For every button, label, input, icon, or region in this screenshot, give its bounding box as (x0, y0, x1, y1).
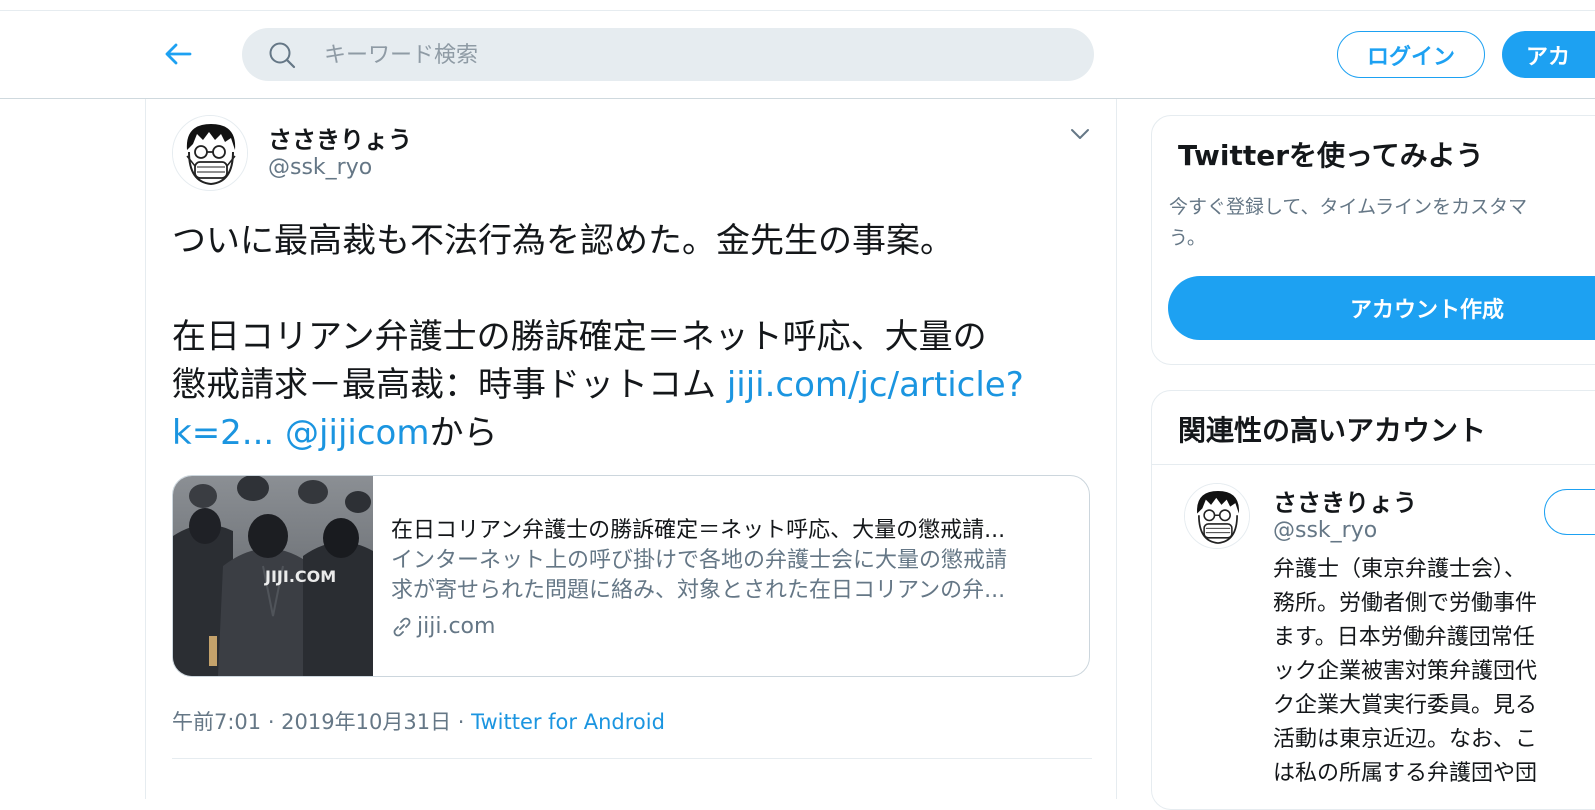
bio-line: 活動は東京近辺。なお、こ (1273, 727, 1538, 752)
bio-line: ク企業大賞実行委員。見る (1273, 693, 1538, 718)
link-card[interactable]: JIJI.COM 在日コリアン弁護士の勝訴確定＝ネット呼応、大量の懲戒請... … (172, 475, 1090, 677)
card-image-watermark: JIJI.COM (264, 567, 336, 586)
card-description: インターネット上の呼び掛けで各地の弁護士会に大量の懲戒請 求が寄せられた問題に絡… (391, 546, 1075, 606)
tweet-text-line: ついに最高裁も不法行為を認めた。金先生の事案。 (172, 221, 954, 261)
search-icon (269, 42, 296, 69)
signup-panel-subtitle-line: う。 (1169, 227, 1206, 249)
avatar-illustration (173, 116, 247, 190)
signup-panel-subtitle-line: 今すぐ登録して、タイムラインをカスタマ (1169, 196, 1528, 218)
avatar[interactable] (172, 115, 248, 191)
card-title: 在日コリアン弁護士の勝訴確定＝ネット呼応、大量の懲戒請... (391, 518, 1006, 543)
tweet-timestamp[interactable]: 午前7:01 · 2019年10月31日 · (172, 710, 471, 734)
avatar-illustration (1185, 484, 1249, 548)
tweet-meta: 午前7:01 · 2019年10月31日 · Twitter for Andro… (172, 706, 665, 736)
author-handle[interactable]: @ssk_ryo (268, 155, 372, 180)
tweet-column: ささきりょう @ssk_ryo ついに最高裁も不法行為を認めた。金先生の事案。 … (145, 99, 1117, 799)
tweet-source[interactable]: Twitter for Android (471, 710, 665, 734)
signup-button[interactable]: アカ (1502, 31, 1595, 78)
related-account-bio: 弁護士（東京弁護士会）、 務所。労働者側で労働事件 ます。日本労働弁護団常任 ッ… (1273, 553, 1595, 791)
avatar[interactable] (1184, 483, 1250, 549)
bio-line: 弁護士（東京弁護士会）、 (1273, 557, 1527, 582)
tweet-text-line: 懲戒請求－最高裁：時事ドットコム jiji.com/jc/article? (172, 361, 1082, 409)
divider (1152, 464, 1595, 465)
related-accounts-title: 関連性の高いアカウント (1178, 414, 1487, 447)
search-box[interactable] (242, 28, 1094, 81)
signup-panel-subtitle: 今すぐ登録して、タイムラインをカスタマ う。 (1169, 192, 1595, 254)
mention-link[interactable]: @jijicom (285, 413, 429, 453)
tweet-text-line: 在日コリアン弁護士の勝訴確定＝ネット呼応、大量の (172, 317, 987, 357)
tweet-text-segment: 懲戒請求－最高裁：時事ドットコム (172, 365, 727, 405)
tweet-text-line: k=2... @jijicomから (172, 409, 1082, 457)
bio-line: ます。日本労働弁護団常任 (1273, 625, 1535, 650)
card-description-line: インターネット上の呼び掛けで各地の弁護士会に大量の懲戒請 (391, 548, 1008, 573)
card-image: JIJI.COM (173, 476, 373, 676)
related-account-handle[interactable]: @ssk_ryo (1273, 518, 1377, 543)
top-bar: ログイン アカ (0, 11, 1595, 99)
tweet-menu-button[interactable] (1067, 121, 1093, 147)
back-button[interactable] (160, 37, 196, 71)
chevron-down-icon (1071, 129, 1089, 139)
card-description-line: 求が寄せられた問題に絡み、対象とされた在日コリアンの弁... (391, 578, 1006, 603)
related-account-name[interactable]: ささきりょう (1273, 483, 1417, 518)
link-icon (393, 617, 411, 636)
tweet-text: ついに最高裁も不法行為を認めた。金先生の事案。 在日コリアン弁護士の勝訴確定＝ネ… (172, 217, 1082, 457)
follow-button[interactable] (1544, 489, 1595, 535)
card-domain: jiji.com (391, 614, 495, 639)
related-accounts-panel: 関連性の高いアカウント ささきりょう @ssk_ryo 弁護士（東京弁護士会）、… (1151, 390, 1595, 810)
card-domain-text: jiji.com (417, 614, 496, 639)
signup-panel: Twitterを使ってみよう 今すぐ登録して、タイムラインをカスタマ う。 アカ… (1151, 115, 1595, 365)
back-arrow-icon (165, 43, 192, 65)
bio-line: は私の所属する弁護団や団 (1273, 761, 1538, 786)
bio-line: 務所。労働者側で労働事件 (1273, 591, 1538, 616)
article-link-continued[interactable]: k=2... (172, 413, 274, 453)
author-name[interactable]: ささきりょう (268, 120, 412, 155)
article-link[interactable]: jiji.com/jc/article? (727, 365, 1024, 405)
tweet-text-segment: から (429, 413, 498, 453)
signup-panel-title: Twitterを使ってみよう (1178, 139, 1484, 172)
login-button[interactable]: ログイン (1337, 31, 1485, 78)
divider (172, 758, 1092, 759)
create-account-button[interactable]: アカウント作成 (1168, 276, 1595, 340)
bio-line: ック企業被害対策弁護団代 (1273, 659, 1538, 684)
search-input[interactable] (322, 38, 1066, 72)
